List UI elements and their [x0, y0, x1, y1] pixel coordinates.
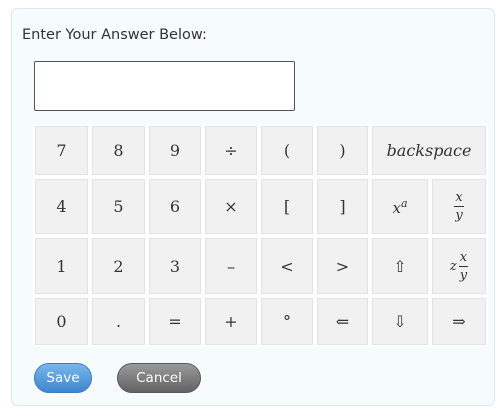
key-open-bracket[interactable]: [: [259, 177, 315, 236]
key-less-than[interactable]: <: [259, 236, 315, 296]
key-greater-than[interactable]: >: [315, 236, 370, 296]
key-3[interactable]: 3: [147, 236, 203, 296]
key-1[interactable]: 1: [33, 236, 90, 296]
key-degree[interactable]: °: [259, 296, 315, 347]
key-close-bracket[interactable]: ]: [315, 177, 370, 236]
key-exponent[interactable]: xa: [370, 177, 430, 236]
key-4[interactable]: 4: [33, 177, 90, 236]
key-5[interactable]: 5: [90, 177, 147, 236]
key-9[interactable]: 9: [147, 124, 203, 177]
key-divide[interactable]: ÷: [203, 124, 259, 177]
key-open-paren[interactable]: (: [259, 124, 315, 177]
key-decimal[interactable]: .: [90, 296, 147, 347]
key-arrow-up[interactable]: ⇧: [370, 236, 430, 296]
key-plus[interactable]: +: [203, 296, 259, 347]
key-minus[interactable]: –: [203, 236, 259, 296]
key-fraction[interactable]: xy: [430, 177, 488, 236]
key-7[interactable]: 7: [33, 124, 90, 177]
key-equals[interactable]: =: [147, 296, 203, 347]
key-arrow-down[interactable]: ⇩: [370, 296, 430, 347]
key-arrow-left[interactable]: ⇐: [315, 296, 370, 347]
key-mixed-fraction[interactable]: zxy: [430, 236, 488, 296]
cancel-button[interactable]: Cancel: [117, 363, 201, 393]
math-keypad: 7 8 9 ÷() backspace 4 5 6 ×[] xa x y 1 2 3– < > ⇧ z x y 0. = + °…: [33, 124, 488, 347]
prompt-label: Enter Your Answer Below:: [22, 27, 207, 43]
key-0[interactable]: 0: [33, 296, 90, 347]
key-backspace[interactable]: backspace: [370, 124, 488, 177]
key-arrow-right[interactable]: ⇒: [430, 296, 488, 347]
key-close-paren[interactable]: ): [315, 124, 370, 177]
answer-input[interactable]: [34, 61, 295, 111]
key-multiply[interactable]: ×: [203, 177, 259, 236]
key-8[interactable]: 8: [90, 124, 147, 177]
key-2[interactable]: 2: [90, 236, 147, 296]
key-6[interactable]: 6: [147, 177, 203, 236]
save-button[interactable]: Save: [34, 363, 92, 393]
